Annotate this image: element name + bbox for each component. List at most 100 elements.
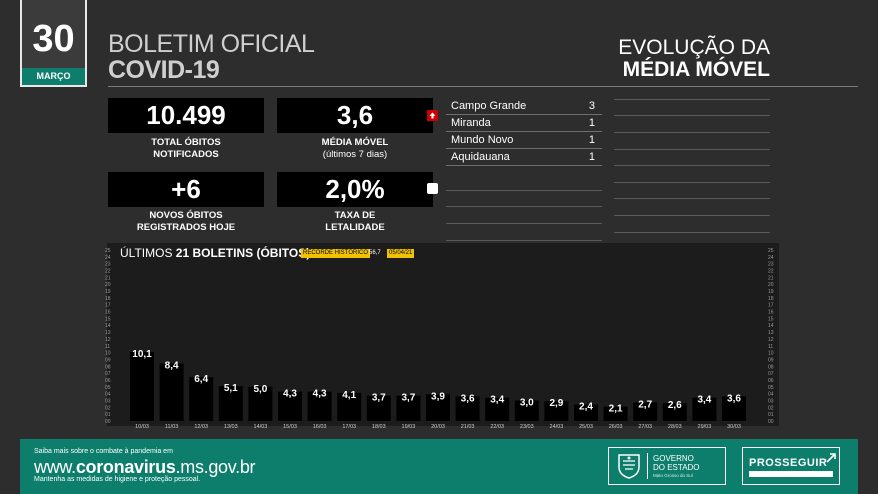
y-tick-left: 11 xyxy=(105,344,110,350)
y-tick-right: 02 xyxy=(768,405,774,411)
y-tick-right: 04 xyxy=(768,392,774,398)
y-tick-right: 13 xyxy=(768,330,774,336)
y-tick-left: 05 xyxy=(105,385,111,391)
y-tick-left: 22 xyxy=(105,269,111,275)
y-tick-right: 17 xyxy=(768,303,774,309)
x-tick-label: 19/03 xyxy=(402,424,416,430)
y-tick-right: 19 xyxy=(768,289,774,295)
bar-value-label: 3,6 xyxy=(461,393,475,404)
bar-value-label: 8,4 xyxy=(165,361,179,372)
y-tick-right: 00 xyxy=(768,419,774,425)
bar-value-label: 3,4 xyxy=(697,395,711,406)
y-tick-right: 15 xyxy=(768,316,774,322)
y-tick-left: 01 xyxy=(105,412,111,418)
prosseguir-bar xyxy=(749,471,833,477)
bar-value-label: 4,1 xyxy=(342,390,356,401)
bar-value-label: 6,4 xyxy=(194,374,208,385)
x-tick-label: 10/03 xyxy=(135,424,149,430)
y-tick-left: 06 xyxy=(105,378,111,384)
bar-value-label: 4,3 xyxy=(313,389,327,400)
y-tick-left: 10 xyxy=(105,351,111,357)
y-tick-right: 24 xyxy=(768,255,774,261)
y-tick-left: 08 xyxy=(105,364,111,370)
y-tick-right: 06 xyxy=(768,378,774,384)
x-tick-label: 25/03 xyxy=(579,424,593,430)
y-tick-right: 03 xyxy=(768,398,774,404)
x-tick-label: 30/03 xyxy=(727,424,741,430)
x-tick-label: 14/03 xyxy=(254,424,268,430)
footer-url-suffix: .ms.gov.br xyxy=(175,457,256,477)
y-tick-right: 08 xyxy=(768,364,774,370)
arrow-icon xyxy=(826,453,836,463)
y-tick-left: 20 xyxy=(105,282,111,288)
x-tick-label: 16/03 xyxy=(313,424,327,430)
bar-value-label: 4,3 xyxy=(283,389,297,400)
y-tick-right: 16 xyxy=(768,310,774,316)
gov-line1: GOVERNO xyxy=(653,454,694,463)
y-tick-left: 24 xyxy=(105,255,111,261)
x-tick-label: 17/03 xyxy=(342,424,356,430)
y-tick-right: 25 xyxy=(768,248,774,254)
gov-line3: Mato Grosso do Sul xyxy=(653,473,693,478)
bar-value-label: 2,7 xyxy=(638,400,652,411)
x-tick-label: 29/03 xyxy=(698,424,712,430)
state-seal-icon xyxy=(618,454,640,479)
y-tick-left: 17 xyxy=(105,303,111,309)
y-tick-right: 07 xyxy=(768,371,774,377)
prosseguir-logo: PROSSEGUIR xyxy=(742,447,840,485)
y-tick-right: 14 xyxy=(768,323,774,329)
x-tick-label: 23/03 xyxy=(520,424,534,430)
bar xyxy=(130,351,154,421)
y-tick-right: 18 xyxy=(768,296,774,302)
y-tick-left: 13 xyxy=(105,330,111,336)
y-tick-left: 19 xyxy=(105,289,111,295)
footer-url-bold: coronavirus xyxy=(75,457,176,477)
prosseguir-text: PROSSEGUIR xyxy=(749,457,828,469)
y-tick-left: 07 xyxy=(105,371,111,377)
y-tick-right: 20 xyxy=(768,282,774,288)
bar-chart: 00 0001 0102 0203 0304 0405 0506 0607 0708 0809 09… xyxy=(105,248,774,430)
bar-value-label: 3,0 xyxy=(520,397,534,408)
y-tick-left: 03 xyxy=(105,398,111,404)
x-tick-label: 28/03 xyxy=(668,424,682,430)
x-tick-label: 20/03 xyxy=(431,424,445,430)
x-tick-label: 11/03 xyxy=(165,424,178,430)
bar-value-label: 3,9 xyxy=(431,391,445,402)
bar-value-label: 3,6 xyxy=(727,393,741,404)
bar-value-label: 10,1 xyxy=(132,349,152,360)
bar-value-label: 2,4 xyxy=(579,402,593,413)
y-tick-left: 04 xyxy=(105,392,111,398)
y-tick-left: 23 xyxy=(105,262,111,268)
bar-value-label: 3,4 xyxy=(490,395,504,406)
bar-value-label: 5,1 xyxy=(224,383,238,394)
government-logo: GOVERNO DO ESTADO Mato Grosso do Sul xyxy=(608,447,726,485)
y-tick-right: 01 xyxy=(768,412,774,418)
y-tick-right: 12 xyxy=(768,337,774,343)
y-tick-left: 18 xyxy=(105,296,111,302)
y-tick-left: 21 xyxy=(105,275,111,281)
x-tick-label: 15/03 xyxy=(283,424,297,430)
footer-url-prefix: www. xyxy=(34,457,76,477)
x-tick-label: 22/03 xyxy=(490,424,504,430)
y-tick-right: 11 xyxy=(768,344,773,350)
y-tick-right: 21 xyxy=(768,275,774,281)
x-tick-label: 26/03 xyxy=(609,424,623,430)
y-tick-left: 14 xyxy=(105,323,111,329)
x-tick-label: 13/03 xyxy=(224,424,238,430)
y-tick-left: 15 xyxy=(105,316,111,322)
y-tick-left: 02 xyxy=(105,405,111,411)
y-tick-right: 10 xyxy=(768,351,774,357)
bar-value-label: 3,7 xyxy=(372,393,386,404)
gov-line2: DO ESTADO xyxy=(653,463,700,472)
bar-value-label: 3,7 xyxy=(401,393,415,404)
x-tick-label: 21/03 xyxy=(461,424,475,430)
footer-url[interactable]: www.coronavirus.ms.gov.br xyxy=(34,457,256,478)
y-tick-right: 22 xyxy=(768,269,774,275)
logo-divider xyxy=(647,453,648,479)
y-tick-left: 00 xyxy=(105,419,111,425)
bar-value-label: 2,6 xyxy=(668,400,682,411)
y-tick-right: 09 xyxy=(768,357,774,363)
bar-value-label: 2,9 xyxy=(549,398,563,409)
y-tick-left: 12 xyxy=(105,337,111,343)
x-tick-label: 12/03 xyxy=(194,424,208,430)
